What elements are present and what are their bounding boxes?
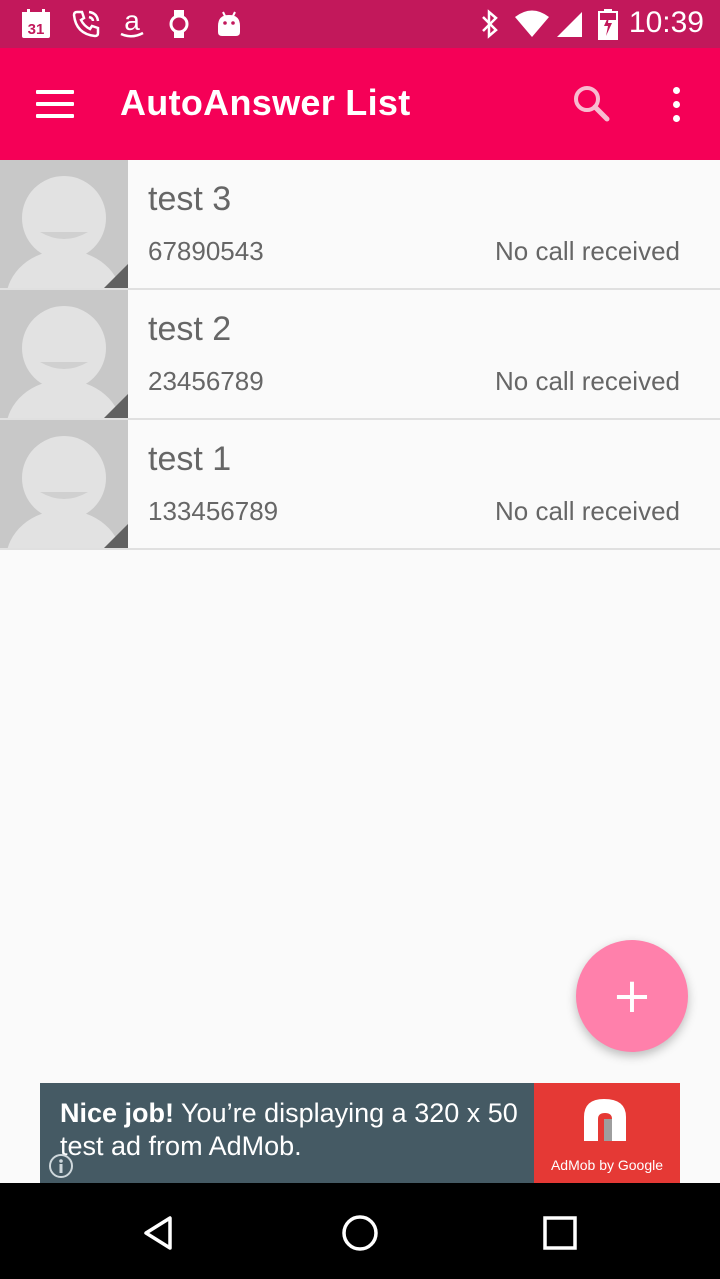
more-vert-icon[interactable] — [650, 76, 702, 132]
bluetooth-icon — [478, 8, 502, 40]
home-icon[interactable] — [330, 1203, 390, 1263]
list-item[interactable]: test 2 23456789 No call received — [0, 290, 720, 420]
ad-logo-caption: AdMob by Google — [550, 1157, 664, 1173]
contact-status: No call received — [495, 366, 680, 396]
contact-list: test 3 67890543 No call received test 2 … — [0, 160, 720, 550]
contact-number: 23456789 — [148, 366, 264, 396]
contact-number: 133456789 — [148, 496, 279, 526]
admob-icon — [584, 1099, 626, 1141]
status-bar: 31 a 10:39 — [0, 0, 720, 48]
phone-call-icon — [70, 8, 102, 40]
contact-name: test 3 — [148, 180, 232, 218]
list-item[interactable]: test 3 67890543 No call received — [0, 160, 720, 290]
app-bar: AutoAnswer List — [0, 48, 720, 160]
calendar-icon: 31 — [20, 8, 52, 40]
contact-name: test 2 — [148, 310, 232, 348]
avatar — [0, 160, 128, 288]
status-time: 10:39 — [628, 6, 704, 39]
recents-icon[interactable] — [530, 1203, 590, 1263]
svg-text:a: a — [124, 8, 140, 36]
avatar — [0, 420, 128, 548]
menu-icon[interactable] — [26, 78, 86, 130]
info-icon[interactable] — [44, 1151, 78, 1181]
amazon-icon: a — [116, 8, 148, 40]
contact-status: No call received — [495, 496, 680, 526]
navigation-bar — [0, 1183, 720, 1279]
android-icon — [214, 8, 244, 40]
svg-text:31: 31 — [28, 21, 45, 38]
admob-logo[interactable]: AdMob by Google — [534, 1083, 680, 1183]
ad-text: Nice job! You’re displaying a 320 x 50 t… — [60, 1097, 540, 1163]
search-icon[interactable] — [566, 78, 618, 130]
battery-icon — [596, 8, 620, 40]
back-icon[interactable] — [130, 1203, 190, 1263]
add-icon: + — [611, 968, 653, 1024]
add-contact-button[interactable]: + — [576, 940, 688, 1052]
list-item[interactable]: test 1 133456789 No call received — [0, 420, 720, 550]
cell-signal-icon — [554, 8, 584, 40]
contact-status: No call received — [495, 236, 680, 266]
wifi-icon — [514, 8, 550, 40]
ad-text-bold: Nice job! — [60, 1098, 175, 1128]
contact-number: 67890543 — [148, 236, 264, 266]
contact-name: test 1 — [148, 440, 232, 478]
avatar — [0, 290, 128, 418]
page-title: AutoAnswer List — [120, 82, 411, 123]
ad-banner[interactable]: Nice job! You’re displaying a 320 x 50 t… — [40, 1083, 680, 1183]
watch-icon — [166, 8, 192, 40]
